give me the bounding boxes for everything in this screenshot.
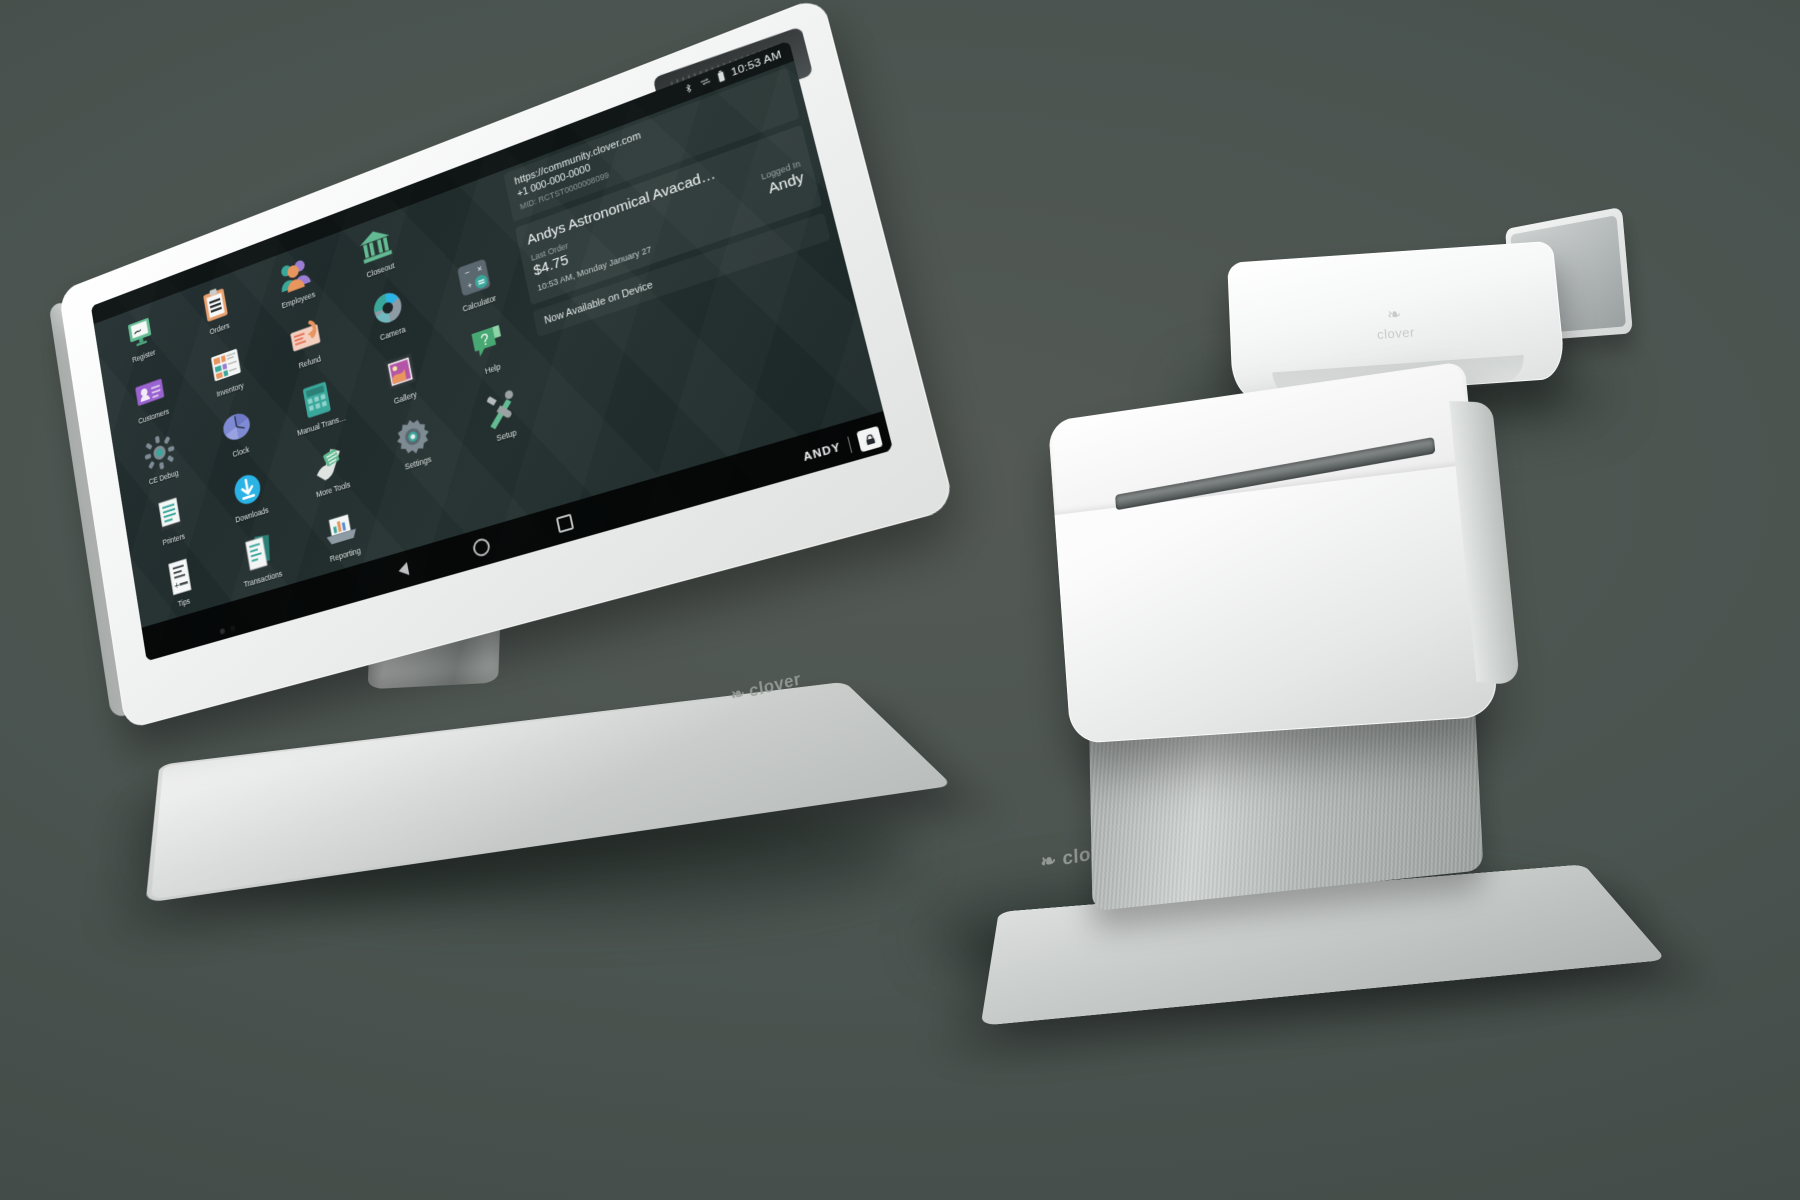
printers-icon bbox=[151, 491, 189, 537]
lock-icon[interactable] bbox=[856, 425, 883, 453]
app-label: Tips bbox=[177, 596, 191, 609]
help-icon: ? bbox=[465, 317, 510, 368]
printer-side-panel bbox=[1449, 400, 1521, 687]
divider bbox=[847, 436, 853, 454]
app-label: Help bbox=[484, 361, 502, 377]
clover-mark-icon: ❧ bbox=[729, 683, 747, 706]
clover-mark-icon: ❧ bbox=[1040, 850, 1058, 875]
bluetooth-icon bbox=[682, 82, 694, 97]
app-label: Setup bbox=[495, 427, 518, 444]
recents-icon[interactable] bbox=[555, 513, 574, 534]
station-display: 10:53 AM Register Orders Employees Close… bbox=[48, 0, 956, 730]
clover-wordmark: clover bbox=[1376, 324, 1416, 342]
app-label: Clock bbox=[231, 444, 250, 459]
clover-station: ❧clover 10:53 AM Register Orders Employe… bbox=[40, 0, 1040, 980]
printer-body bbox=[1047, 361, 1521, 745]
transactions-icon bbox=[238, 529, 278, 577]
mini-brand-logo: ❧ clover bbox=[1375, 304, 1416, 342]
home-icon[interactable] bbox=[471, 536, 491, 559]
product-scene: ❧clover 10:53 AM Register Orders Employe… bbox=[0, 0, 1800, 1200]
clock-icon bbox=[217, 403, 256, 450]
station-base-plate bbox=[145, 681, 953, 903]
back-icon[interactable] bbox=[396, 562, 409, 578]
sync-icon bbox=[699, 75, 713, 92]
spacer-icon bbox=[439, 188, 483, 238]
logged-in-user-name: ANDY bbox=[802, 441, 843, 465]
tips-icon: + bbox=[161, 554, 199, 601]
orders-icon bbox=[196, 281, 234, 328]
printer-base-plate bbox=[980, 864, 1667, 1026]
reporting-icon bbox=[319, 504, 361, 553]
setup-icon bbox=[478, 383, 524, 434]
clover-mark-icon: ❧ bbox=[1386, 304, 1403, 325]
clover-printer-device: ❧ clover bbox=[980, 361, 1740, 1100]
battery-icon bbox=[716, 69, 726, 85]
